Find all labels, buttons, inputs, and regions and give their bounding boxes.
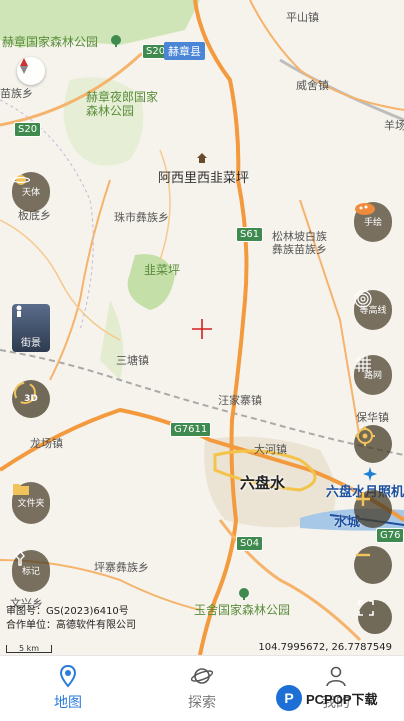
tab-map-label: 地图 (54, 695, 82, 711)
review-number: 审图号：GS(2023)6410号 (6, 606, 129, 617)
minus-icon (356, 553, 370, 557)
label-hezhang-park: 赫章夜郎国家森林公园 (86, 90, 159, 118)
road-shield-s61: S61 (236, 227, 264, 242)
scenic-icon[interactable] (196, 152, 208, 164)
label-pingzhai: 坪寨彝族乡 (94, 561, 149, 574)
label-hezhang-county: 赫章县 (164, 42, 205, 60)
map-canvas[interactable]: S20 S20 S61 G7611 S04 G76 赫章国家森林公园 赫章县 平… (0, 0, 404, 655)
label-hezhang-top: 赫章国家森林公园 (2, 35, 99, 49)
road-shield-s20-west: S20 (14, 122, 42, 137)
pin-icon (15, 550, 25, 566)
watermark-logo: P PCPOP下载 (276, 683, 398, 713)
label-axili: 阿西里西韭菜坪 (158, 171, 250, 186)
zoom-in-button[interactable] (354, 490, 392, 528)
tianti-label: 天体 (21, 187, 40, 198)
watermark-icon: P (276, 685, 302, 711)
streetview-label: 街景 (21, 338, 41, 349)
label-jiucaiping: 韭菜坪 (144, 263, 181, 277)
label-wangjiazhai: 汪家寨镇 (218, 394, 262, 407)
center-crosshair-icon (191, 318, 213, 340)
coordinates-readout: 104.7995672, 26.7787549 (258, 642, 392, 653)
road-west (49, 179, 111, 381)
tab-map[interactable]: 地图 (28, 664, 108, 712)
scale-bar: 5 km (6, 645, 52, 653)
folder-button[interactable]: 文件夹 (12, 482, 50, 524)
airplane-icon[interactable] (362, 466, 378, 482)
locate-icon (355, 426, 375, 446)
compass-icon (20, 58, 28, 74)
contour-button[interactable]: 等高线 (354, 290, 392, 330)
label-dahe: 大河镇 (254, 443, 287, 456)
watermark-text: PCPOP下载 (306, 691, 378, 707)
road-shield-g76: G76 (376, 528, 404, 543)
label-miao: 苗族乡 (0, 87, 33, 100)
mark-label: 标记 (21, 566, 40, 577)
road-minor-2 (159, 149, 171, 261)
planet-icon (12, 175, 30, 185)
draw-button[interactable]: 手绘 (354, 202, 392, 242)
person-icon (16, 305, 22, 317)
map-credits: 审图号：GS(2023)6410号 合作单位：高德软件有限公司 (6, 605, 136, 633)
roadnet-button[interactable]: 路网 (354, 355, 392, 395)
zoom-out-button[interactable] (354, 546, 392, 584)
3d-button[interactable]: 3D (12, 380, 50, 418)
folder-icon (13, 484, 29, 495)
road-shield-s04: S04 (236, 536, 264, 551)
planet-outline-icon (190, 668, 214, 684)
label-baohua: 保华镇 (356, 411, 389, 424)
label-pingshan: 平山镇 (286, 11, 319, 24)
mark-button[interactable]: 标记 (12, 550, 50, 592)
tianti-button[interactable]: 天体 (12, 172, 50, 212)
streetview-button[interactable]: 街景 (12, 304, 50, 352)
fullscreen-button[interactable] (358, 600, 392, 634)
tree-icon-yushe[interactable] (238, 588, 250, 600)
compass-button[interactable] (17, 57, 45, 85)
contour-icon (354, 290, 372, 308)
road-ne (249, 0, 404, 111)
tab-explore[interactable]: 探索 (162, 664, 242, 712)
folder-label: 文件夹 (17, 498, 45, 509)
expand-icon (358, 600, 374, 616)
partner-line: 合作单位：高德软件有限公司 (6, 620, 136, 631)
tab-explore-label: 探索 (188, 695, 216, 711)
label-yangchang: 羊场 (384, 119, 404, 132)
road-shield-g7611: G7611 (170, 422, 212, 437)
label-santang: 三塘镇 (116, 354, 149, 367)
label-weishe: 威舍镇 (296, 79, 329, 92)
locate-button[interactable] (354, 425, 392, 463)
palette-icon (355, 203, 375, 215)
grid-icon (355, 356, 371, 372)
draw-label: 手绘 (363, 217, 382, 228)
label-songlinpo: 松林坡白族彝族苗族乡 (272, 230, 327, 256)
plus-icon (356, 492, 370, 506)
label-zhushi: 珠市彝族乡 (114, 211, 169, 224)
label-longchang: 龙场镇 (30, 437, 63, 450)
label-yushe-park: 玉舍国家森林公园 (194, 603, 291, 617)
tree-icon[interactable] (110, 35, 122, 47)
map-pin-icon (59, 664, 77, 688)
3d-label: 3D (24, 394, 38, 404)
label-liupanshui: 六盘水 (240, 474, 286, 492)
